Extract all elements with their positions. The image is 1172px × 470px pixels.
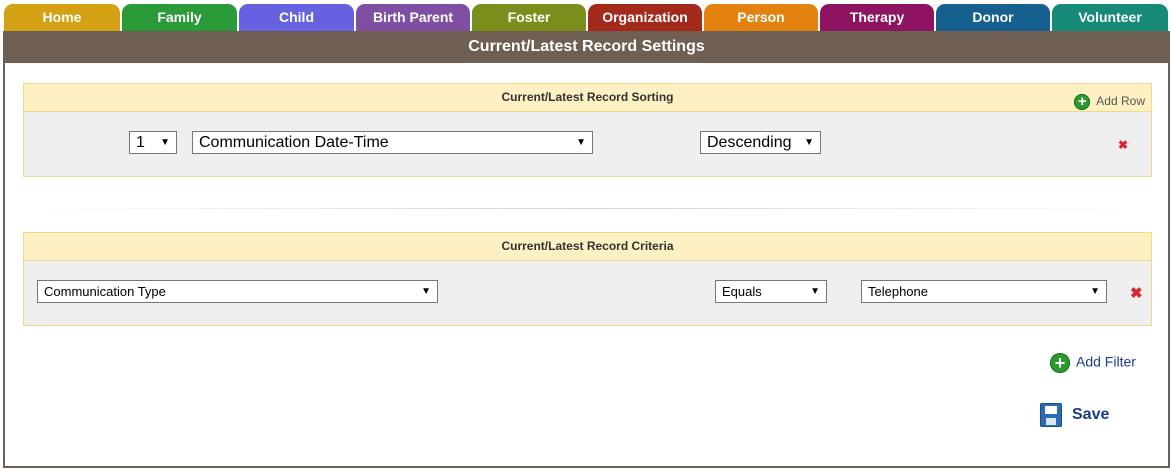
criteria-panel-title: Current/Latest Record Criteria [501, 239, 674, 253]
plus-circle-icon: + [1074, 93, 1091, 110]
tab-volunteer[interactable]: Volunteer [1052, 4, 1168, 33]
criteria-field-select[interactable]: Communication Type ▼ [37, 280, 438, 303]
tab-foster[interactable]: Foster [472, 4, 586, 33]
tab-family[interactable]: Family [122, 4, 237, 33]
sorting-panel-header: Current/Latest Record Sorting + Add Row [24, 84, 1151, 112]
sort-field-select[interactable]: Communication Date-Time ▼ [192, 131, 593, 154]
tab-birth-parent[interactable]: Birth Parent [356, 4, 470, 33]
divider [23, 208, 1152, 209]
tab-home[interactable]: Home [4, 4, 120, 33]
module-tabs: Home Family Child Birth Parent Foster Or… [0, 0, 1172, 33]
chevron-down-icon: ▼ [1090, 286, 1100, 297]
add-row-button[interactable]: + Add Row [1074, 88, 1145, 115]
criteria-panel-header: Current/Latest Record Criteria [24, 233, 1151, 261]
criteria-operator-value: Equals [722, 284, 762, 299]
page-title: Current/Latest Record Settings [5, 31, 1168, 63]
chevron-down-icon: ▼ [421, 286, 431, 297]
add-row-label: Add Row [1096, 94, 1145, 108]
tab-person[interactable]: Person [704, 4, 818, 33]
remove-criteria-icon[interactable]: ✖ [1130, 284, 1143, 302]
sort-direction-value: Descending [707, 134, 792, 151]
criteria-value-value: Telephone [868, 284, 928, 299]
floppy-disk-icon [1040, 403, 1062, 427]
sort-order-value: 1 [136, 134, 145, 151]
chevron-down-icon: ▼ [810, 286, 820, 297]
save-button[interactable]: Save [1040, 403, 1109, 427]
settings-frame: Current/Latest Record Settings Current/L… [3, 31, 1170, 468]
tab-therapy[interactable]: Therapy [820, 4, 934, 33]
sort-order-select[interactable]: 1 ▼ [129, 131, 177, 154]
tab-child[interactable]: Child [239, 4, 354, 33]
criteria-field-value: Communication Type [44, 284, 166, 299]
tab-organization[interactable]: Organization [588, 4, 702, 33]
tab-donor[interactable]: Donor [936, 4, 1050, 33]
remove-sort-row-icon[interactable]: ✖ [1118, 138, 1128, 152]
save-label: Save [1072, 406, 1110, 424]
chevron-down-icon: ▼ [804, 137, 814, 148]
sort-field-value: Communication Date-Time [199, 134, 389, 151]
sorting-panel-title: Current/Latest Record Sorting [501, 90, 674, 104]
plus-circle-icon: + [1050, 353, 1070, 373]
sort-direction-select[interactable]: Descending ▼ [700, 131, 821, 154]
add-filter-button[interactable]: + Add Filter [1050, 353, 1136, 373]
sorting-panel: Current/Latest Record Sorting + Add Row 1… [23, 83, 1152, 177]
criteria-operator-select[interactable]: Equals ▼ [715, 280, 827, 303]
criteria-value-select[interactable]: Telephone ▼ [861, 280, 1107, 303]
chevron-down-icon: ▼ [576, 137, 586, 148]
chevron-down-icon: ▼ [160, 137, 170, 148]
criteria-panel: Current/Latest Record Criteria Communica… [23, 232, 1152, 326]
add-filter-label: Add Filter [1076, 353, 1136, 370]
